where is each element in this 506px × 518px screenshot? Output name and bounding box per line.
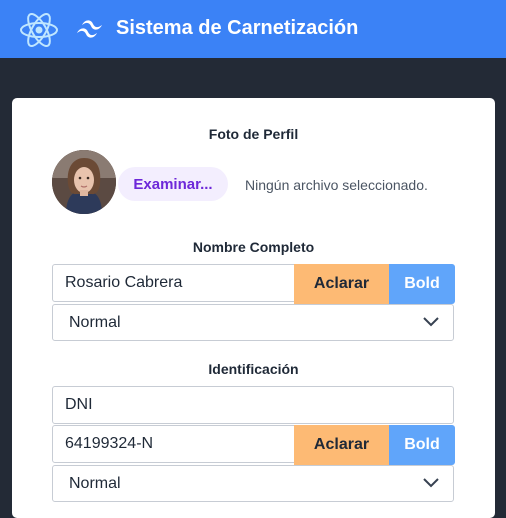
id-style-select[interactable]: Normal [52, 465, 454, 502]
tailwind-logo-icon [77, 20, 102, 38]
chevron-down-icon [423, 317, 439, 327]
id-clear-button[interactable]: Aclarar [294, 425, 389, 465]
form-card: Foto de Perfil Examinar... Ningún archiv… [12, 98, 495, 518]
identification-label: Identificación [208, 361, 299, 377]
file-status-text: Ningún archivo seleccionado. [245, 177, 428, 193]
full-name-label: Nombre Completo [192, 239, 315, 255]
name-style-select[interactable]: Normal [52, 304, 454, 341]
top-navbar: Sistema de Carnetización [0, 0, 506, 58]
full-name-input[interactable]: Rosario Cabrera [65, 265, 182, 301]
id-type-input[interactable]: DNI [65, 387, 93, 423]
photo-section-label: Foto de Perfil [208, 126, 299, 142]
browse-file-button[interactable]: Examinar... [118, 167, 228, 201]
id-bold-button[interactable]: Bold [389, 425, 455, 465]
chevron-down-icon [423, 478, 439, 488]
app-title: Sistema de Carnetización [116, 17, 359, 39]
react-logo-icon [20, 13, 58, 47]
id-number-input[interactable]: 64199324-N [65, 426, 153, 462]
name-style-select-value: Normal [69, 313, 121, 331]
name-clear-button[interactable]: Aclarar [294, 264, 389, 304]
id-type-field: DNI [52, 386, 454, 424]
avatar-photo [52, 150, 116, 214]
full-name-field: Rosario Cabrera Aclarar Bold [52, 264, 455, 304]
id-number-field: 64199324-N Aclarar Bold [52, 425, 455, 465]
avatar [52, 150, 116, 214]
name-bold-button[interactable]: Bold [389, 264, 455, 304]
id-style-select-value: Normal [69, 474, 121, 492]
